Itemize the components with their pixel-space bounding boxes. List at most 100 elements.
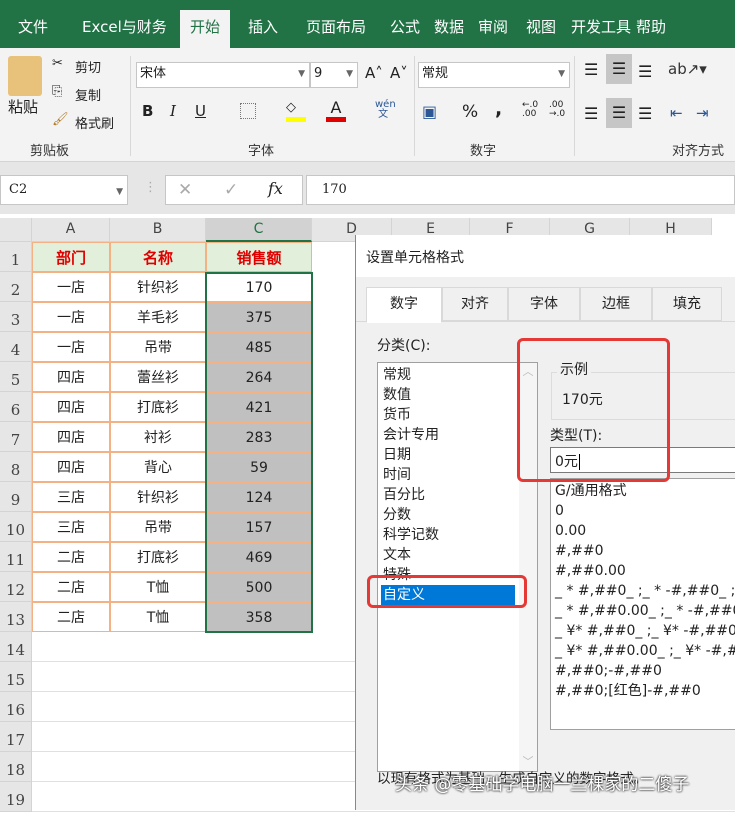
ribbon-tab-2[interactable]: 开始 xyxy=(180,10,231,48)
format-painter-icon[interactable]: 🖌 xyxy=(52,112,69,127)
ribbon-tab-1[interactable]: Excel与财务 xyxy=(72,10,177,48)
row-header-13[interactable]: 13 xyxy=(0,602,32,632)
table-cell[interactable]: 二店 xyxy=(32,602,110,632)
table-cell[interactable]: 一店 xyxy=(32,332,110,362)
format-item[interactable]: _ * #,##0.00_ ;_ * -#,##0.00_ ;_ * "-"??… xyxy=(555,601,735,621)
format-item[interactable]: #,##0;[红色]-#,##0 xyxy=(555,681,735,701)
table-cell[interactable]: 吊带 xyxy=(110,332,206,362)
table-header-cell[interactable]: 名称 xyxy=(110,242,206,272)
enter-icon[interactable]: ✓ xyxy=(224,179,238,201)
dialog-tab-1[interactable]: 对齐 xyxy=(442,287,508,321)
format-item[interactable]: #,##0 xyxy=(555,541,735,561)
column-header-A[interactable]: A xyxy=(32,218,110,242)
column-header-B[interactable]: B xyxy=(110,218,206,242)
font-color-icon[interactable]: A xyxy=(326,98,346,122)
align-middle-icon[interactable]: ☰ xyxy=(606,54,632,84)
table-cell[interactable]: T恤 xyxy=(110,572,206,602)
ribbon-tab-4[interactable]: 页面布局 xyxy=(296,10,376,48)
font-name-select[interactable]: 宋体 ▼ xyxy=(136,62,310,88)
category-item[interactable]: 百分比 xyxy=(381,485,515,505)
ribbon-tab-5[interactable]: 公式 xyxy=(380,10,430,48)
drag-handle-icon[interactable]: ⋮ xyxy=(144,180,157,195)
row-header-17[interactable]: 17 xyxy=(0,722,32,752)
category-item[interactable]: 常规 xyxy=(381,365,515,385)
row-header-18[interactable]: 18 xyxy=(0,752,32,782)
bold-button[interactable]: B xyxy=(142,102,153,120)
increase-decimal-icon[interactable]: ←.0.00 xyxy=(522,101,538,119)
category-item[interactable]: 数值 xyxy=(381,385,515,405)
table-cell[interactable]: 背心 xyxy=(110,452,206,482)
font-size-select[interactable]: 9 ▼ xyxy=(310,62,358,88)
cut-icon[interactable]: ✂ xyxy=(52,56,63,71)
cut-button[interactable]: 剪切 xyxy=(75,57,101,76)
table-cell[interactable]: 衬衫 xyxy=(110,422,206,452)
fill-color-icon[interactable]: ◇ xyxy=(286,100,306,122)
underline-button[interactable]: U xyxy=(195,102,206,120)
table-cell[interactable]: 四店 xyxy=(32,452,110,482)
table-cell[interactable]: 四店 xyxy=(32,392,110,422)
row-header-11[interactable]: 11 xyxy=(0,542,32,572)
name-box[interactable]: C2 ▼ xyxy=(0,175,128,205)
ribbon-tab-0[interactable]: 文件 xyxy=(8,10,58,48)
row-header-10[interactable]: 10 xyxy=(0,512,32,542)
row-header-16[interactable]: 16 xyxy=(0,692,32,722)
format-item[interactable]: _ ¥* #,##0.00_ ;_ ¥* -#,##0.00_ ;_ ¥* "-… xyxy=(555,641,735,661)
table-cell[interactable]: 一店 xyxy=(32,302,110,332)
row-header-6[interactable]: 6 xyxy=(0,392,32,422)
table-cell[interactable]: 针织衫 xyxy=(110,482,206,512)
category-item[interactable]: 时间 xyxy=(381,465,515,485)
increase-font-icon[interactable]: A˄ xyxy=(365,64,383,82)
insert-function-button[interactable]: fx xyxy=(268,178,283,200)
format-item[interactable]: 0 xyxy=(555,501,735,521)
row-header-2[interactable]: 2 xyxy=(0,272,32,302)
decrease-font-icon[interactable]: A˅ xyxy=(390,64,408,82)
decrease-indent-icon[interactable]: ⇤ xyxy=(670,104,683,122)
accounting-format-icon[interactable]: ▣ xyxy=(422,102,437,121)
row-header-1[interactable]: 1 xyxy=(0,242,32,272)
ribbon-tab-3[interactable]: 插入 xyxy=(238,10,288,48)
row-header-19[interactable]: 19 xyxy=(0,782,32,812)
align-center-icon[interactable]: ☰ xyxy=(606,98,632,128)
decrease-decimal-icon[interactable]: .00 →.0 xyxy=(549,101,565,119)
table-cell[interactable]: 四店 xyxy=(32,422,110,452)
category-item[interactable]: 科学记数 xyxy=(381,525,515,545)
dialog-tab-4[interactable]: 填充 xyxy=(652,287,722,321)
format-item[interactable]: G/通用格式 xyxy=(555,481,735,501)
format-painter-button[interactable]: 格式刷 xyxy=(75,113,114,132)
copy-icon[interactable]: ⎘ xyxy=(52,84,62,99)
category-item[interactable]: 日期 xyxy=(381,445,515,465)
number-format-select[interactable]: 常规 ▼ xyxy=(418,62,570,88)
table-cell[interactable]: 打底衫 xyxy=(110,542,206,572)
cancel-icon[interactable]: ✕ xyxy=(178,179,192,201)
category-item[interactable]: 分数 xyxy=(381,505,515,525)
align-top-icon[interactable]: ☰ xyxy=(584,60,598,79)
orientation-icon[interactable]: ab↗▾ xyxy=(668,60,707,78)
increase-indent-icon[interactable]: ⇥ xyxy=(696,104,709,122)
italic-button[interactable]: I xyxy=(170,102,176,120)
table-cell[interactable]: 针织衫 xyxy=(110,272,206,302)
format-item[interactable]: _ ¥* #,##0_ ;_ ¥* -#,##0_ ;_ ¥* "-"_ ;_ … xyxy=(555,621,735,641)
ribbon-tab-7[interactable]: 审阅 xyxy=(468,10,518,48)
format-item[interactable]: _ * #,##0_ ;_ * -#,##0_ ;_ * "-"_ ;_ @_ xyxy=(555,581,735,601)
ribbon-tab-10[interactable]: 帮助 xyxy=(626,10,676,48)
category-item[interactable]: 货币 xyxy=(381,405,515,425)
formula-input[interactable]: 170 xyxy=(306,175,735,205)
category-item[interactable]: 会计专用 xyxy=(381,425,515,445)
border-icon[interactable] xyxy=(240,103,256,119)
align-bottom-icon[interactable]: ☰ xyxy=(638,62,652,81)
table-cell[interactable]: 二店 xyxy=(32,572,110,602)
table-cell[interactable]: 二店 xyxy=(32,542,110,572)
column-header-C[interactable]: C xyxy=(206,218,312,242)
table-header-cell[interactable]: 销售额 xyxy=(206,242,312,272)
paste-icon[interactable] xyxy=(8,56,42,96)
table-cell[interactable]: 吊带 xyxy=(110,512,206,542)
format-item[interactable]: #,##0;-#,##0 xyxy=(555,661,735,681)
row-header-8[interactable]: 8 xyxy=(0,452,32,482)
percent-button[interactable]: % xyxy=(462,102,478,122)
copy-button[interactable]: 复制 xyxy=(75,85,101,104)
table-cell[interactable]: 蕾丝衫 xyxy=(110,362,206,392)
comma-button[interactable]: , xyxy=(495,98,502,120)
category-item[interactable]: 文本 xyxy=(381,545,515,565)
paste-button[interactable]: 粘贴 xyxy=(8,96,38,117)
row-header-14[interactable]: 14 xyxy=(0,632,32,662)
